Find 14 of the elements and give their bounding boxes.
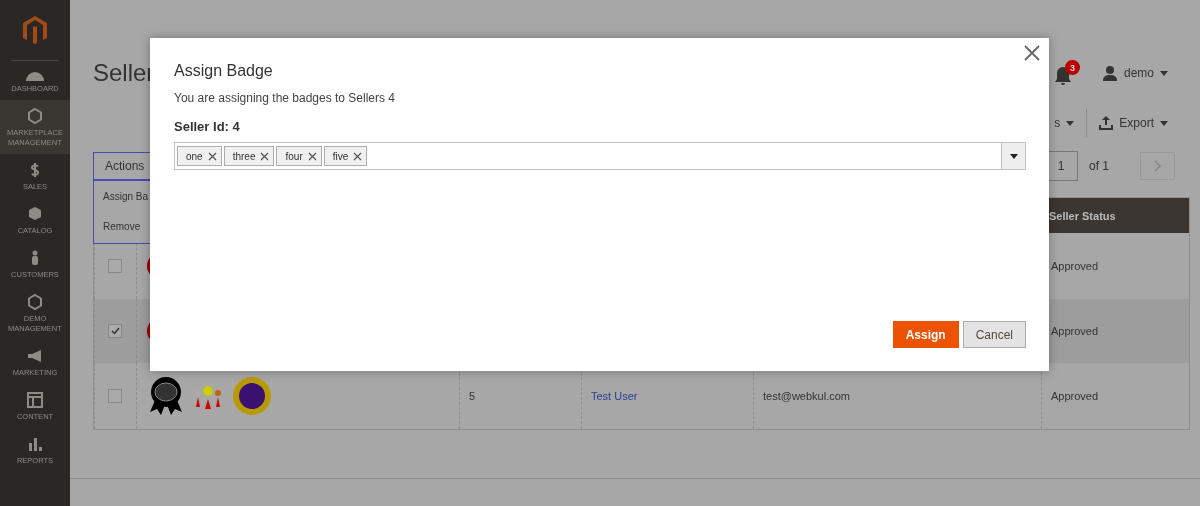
- page-title: Seller: [93, 59, 155, 87]
- dialog-title: Assign Badge: [174, 62, 274, 80]
- badge-tag: three: [223, 146, 275, 166]
- seller-status: Approved: [1051, 325, 1099, 337]
- dialog-message: You are assigning the badges to Sellers 4: [174, 91, 397, 105]
- page-count: of 1: [1089, 159, 1109, 173]
- badge-tag: one: [177, 146, 222, 166]
- seller-status: Approved: [1051, 390, 1099, 402]
- seller-id: 5: [469, 390, 476, 402]
- seller-email: test@webkul.com: [763, 390, 850, 402]
- badge-tag: five: [323, 146, 368, 166]
- field-label: Seller Id: 4: [174, 119, 241, 134]
- badge-tag: four: [276, 146, 322, 166]
- seller-status: Approved: [1051, 260, 1099, 272]
